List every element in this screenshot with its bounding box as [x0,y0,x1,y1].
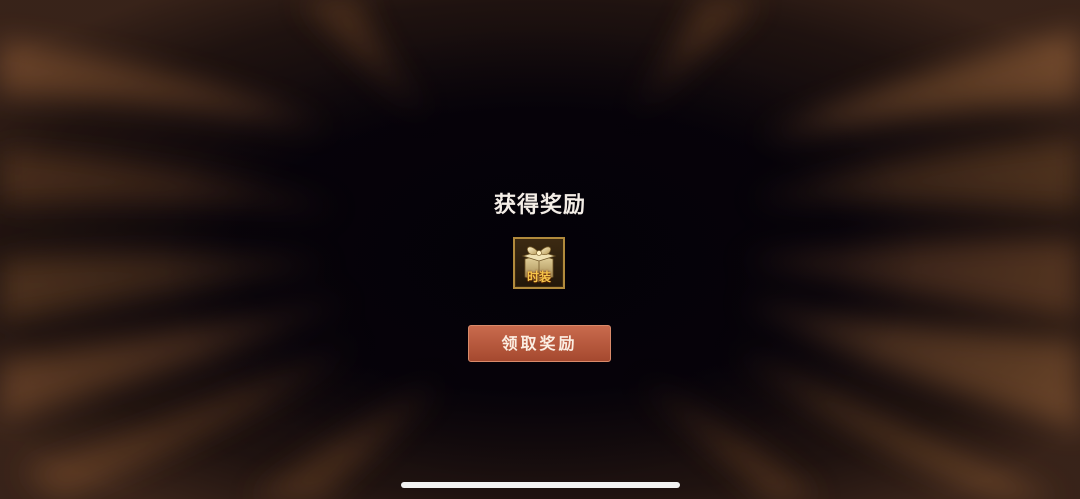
reward-title: 获得奖励 [493,192,586,218]
item-tag-label: 时装 [526,270,551,284]
home-indicator[interactable] [401,482,680,488]
reward-screen: 获得奖励 时装 领取奖励 [0,0,1080,499]
claim-reward-button[interactable]: 领取奖励 [468,325,611,362]
reward-item-slot[interactable]: 时装 [513,237,565,289]
